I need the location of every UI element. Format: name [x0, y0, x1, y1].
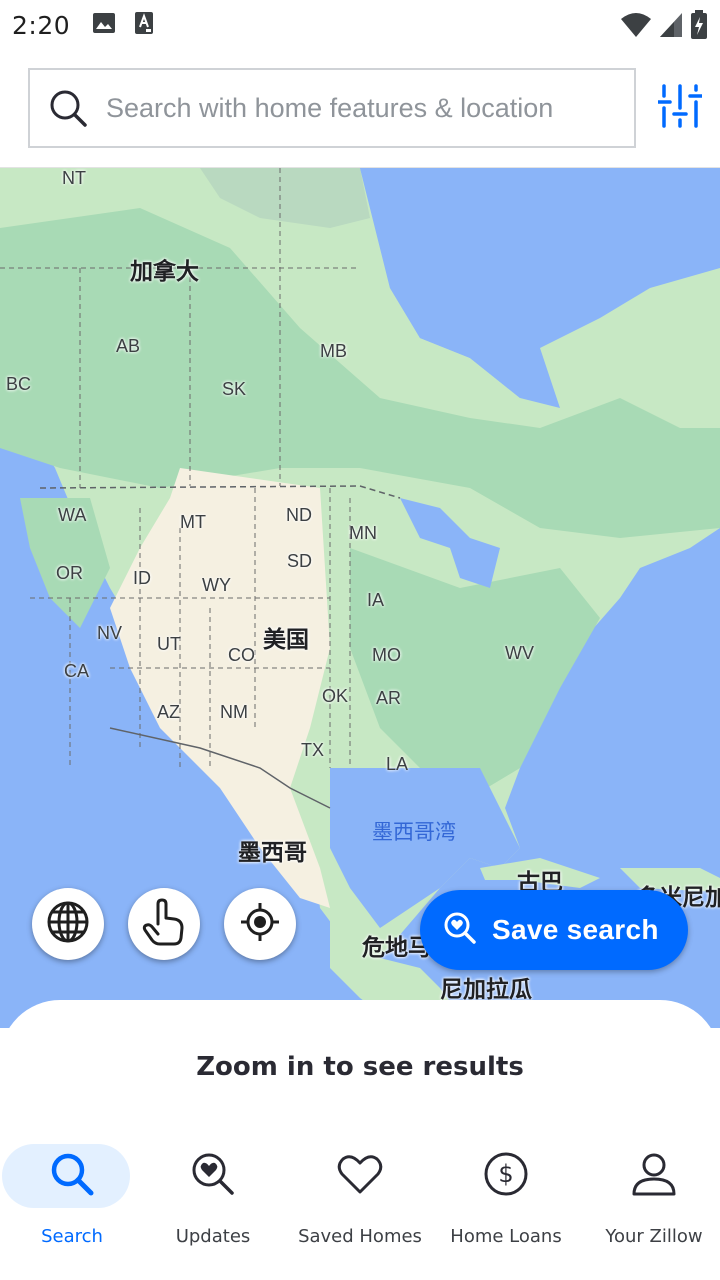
nav-item-home-loans[interactable]: $ Home Loans [434, 1130, 578, 1280]
map-label-nicaragua: 尼加拉瓜 [440, 977, 532, 1003]
status-bar: 2:20 [0, 0, 720, 50]
draw-button[interactable] [128, 888, 200, 960]
search-box[interactable] [28, 68, 636, 148]
map-label-mt: MT [180, 512, 206, 532]
map-label-wa: WA [58, 505, 87, 525]
svg-text:$: $ [498, 1160, 513, 1188]
save-search-label: Save search [492, 914, 659, 945]
status-time: 2:20 [12, 10, 71, 40]
nav-item-saved-homes[interactable]: Saved Homes [288, 1130, 432, 1280]
map-label-nm: NM [220, 702, 248, 722]
nav-item-updates[interactable]: Updates [141, 1130, 285, 1280]
map-label-mb: MB [320, 341, 347, 361]
sliders-icon [656, 82, 704, 135]
bottom-nav: Search Updates Saved Homes $ Home Loans … [0, 1130, 720, 1280]
heart-search-icon [190, 1151, 236, 1202]
app-root: 2:20 Search with home features & locatio… [0, 0, 720, 1280]
search-header [0, 50, 720, 168]
nav-item-search[interactable]: Search [0, 1130, 144, 1280]
map-label-mexico: 墨西哥 [238, 840, 307, 866]
map-label-gulf: 墨西哥湾 [372, 820, 456, 844]
map-label-wv: WV [505, 643, 534, 663]
map-label-ca: CA [64, 661, 90, 681]
location-target-icon [240, 902, 280, 947]
map-label-az: AZ [157, 702, 181, 722]
map-label-usa: 美国 [263, 627, 309, 653]
map-label-nv: NV [97, 623, 123, 643]
nav-label-updates: Updates [175, 1226, 251, 1247]
map-label-ab: AB [116, 336, 141, 356]
nav-label-home-loans: Home Loans [450, 1226, 562, 1247]
map-label-mo: MO [372, 645, 401, 665]
heart-search-icon [444, 912, 476, 949]
battery-charging-icon [690, 10, 708, 45]
map-label-nd: ND [286, 505, 312, 525]
status-left-icons [92, 11, 154, 40]
map-label-bc: BC [6, 374, 32, 394]
person-icon [631, 1151, 677, 1202]
text-a-icon [134, 11, 154, 40]
globe-button[interactable] [32, 888, 104, 960]
nav-item-your-zillow[interactable]: Your Zillow [582, 1130, 720, 1280]
locate-button[interactable] [224, 888, 296, 960]
hand-pointer-icon [142, 898, 186, 951]
results-message: Zoom in to see results [196, 1052, 524, 1082]
image-icon [92, 12, 116, 39]
map-label-ar: AR [376, 688, 402, 708]
map-label-ut: UT [157, 634, 181, 654]
nav-label-search: Search [41, 1226, 103, 1247]
nav-label-your-zillow: Your Zillow [605, 1226, 703, 1247]
map-label-tx: TX [301, 740, 325, 760]
map-label-sd: SD [287, 551, 313, 571]
dollar-icon: $ [483, 1151, 529, 1202]
search-icon [49, 1151, 95, 1202]
map-label-id: ID [133, 568, 151, 588]
map-label-mn: MN [349, 523, 377, 543]
map-label-canada: 加拿大 [130, 259, 199, 285]
save-search-button[interactable]: Save search [420, 890, 688, 970]
map-label-or: OR [56, 563, 83, 583]
map-label-ia: IA [367, 590, 385, 610]
heart-icon [337, 1153, 383, 1200]
map-label-co: CO [228, 645, 255, 665]
search-icon [48, 88, 88, 128]
wifi-icon [620, 11, 652, 44]
nav-label-saved-homes: Saved Homes [298, 1226, 422, 1247]
map-label-wy: WY [202, 575, 231, 595]
signal-icon [658, 11, 684, 44]
search-input[interactable] [106, 92, 626, 124]
status-right-icons [620, 10, 708, 45]
map-label-la: LA [386, 754, 409, 774]
map-label-nt: NT [62, 168, 86, 188]
globe-icon [46, 900, 90, 949]
map-label-ok: OK [322, 686, 349, 706]
map-label-sk: SK [222, 379, 247, 399]
filter-button[interactable] [654, 78, 706, 138]
